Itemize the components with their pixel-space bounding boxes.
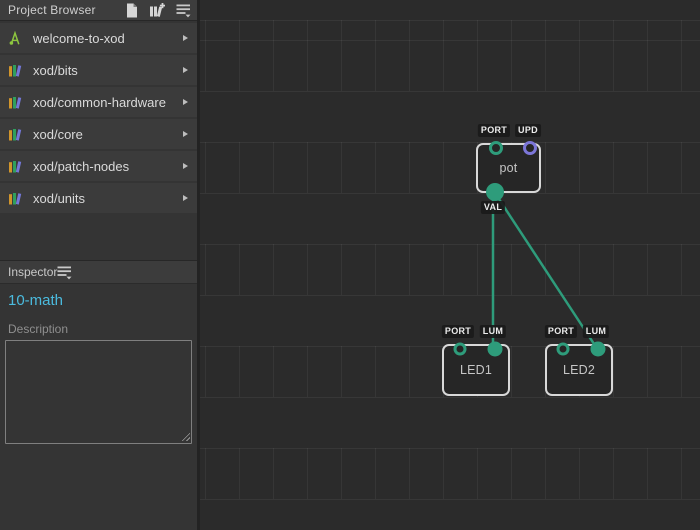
inspector-header: Inspector [0, 261, 197, 284]
pin-pot-val[interactable] [486, 183, 504, 201]
pin-label-led2-port: PORT [545, 325, 577, 338]
pin-led1-port[interactable] [454, 343, 467, 356]
links-layer [200, 0, 700, 530]
pin-pot-port[interactable] [489, 141, 503, 155]
chevron-right-icon [183, 163, 188, 169]
link-pot-val-to-led2-lum[interactable] [493, 190, 596, 347]
library-icon [8, 191, 24, 206]
node-label: LED1 [460, 363, 492, 377]
project-icon [8, 31, 24, 46]
left-sidebar: Project Browser welcome-to-xod xod/bits xo… [0, 0, 197, 530]
inspector-panel: Inspector 10-math Description [0, 260, 197, 530]
new-patch-icon[interactable] [126, 3, 138, 18]
chevron-right-icon [183, 67, 188, 73]
inspector-body: 10-math Description [0, 284, 197, 530]
sidebar-item-welcome-to-xod[interactable]: welcome-to-xod [0, 23, 197, 53]
sidebar-item-xod-bits[interactable]: xod/bits [0, 55, 197, 85]
sidebar-item-label: xod/units [33, 191, 183, 206]
sidebar-item-xod-core[interactable]: xod/core [0, 119, 197, 149]
chevron-right-icon [183, 99, 188, 105]
project-browser-empty-area [0, 215, 197, 260]
add-library-icon[interactable] [149, 3, 165, 18]
description-label: Description [8, 322, 192, 336]
sidebar-item-xod-patch-nodes[interactable]: xod/patch-nodes [0, 151, 197, 181]
library-icon [8, 95, 24, 110]
sidebar-item-label: xod/common-hardware [33, 95, 183, 110]
node-led2[interactable]: LED2 [545, 344, 613, 396]
library-icon [8, 127, 24, 142]
pin-label-pot-upd: UPD [515, 124, 541, 137]
chevron-right-icon [183, 195, 188, 201]
project-browser-title: Project Browser [8, 3, 126, 17]
node-led1[interactable]: LED1 [442, 344, 510, 396]
pin-pot-upd[interactable] [523, 141, 537, 155]
inspector-title: Inspector [8, 265, 57, 279]
sidebar-item-xod-units[interactable]: xod/units [0, 183, 197, 213]
pin-label-led1-port: PORT [442, 325, 474, 338]
pin-led2-lum[interactable] [591, 342, 606, 357]
project-browser-header: Project Browser [0, 0, 197, 21]
project-browser-toolbar [126, 3, 191, 18]
project-browser-list: welcome-to-xod xod/bits xod/common-hardwar… [0, 21, 197, 215]
sidebar-item-label: xod/core [33, 127, 183, 142]
inspector-toolbar [57, 265, 72, 280]
xod-ide-window: Project Browser welcome-to-xod xod/bits xo… [0, 0, 700, 530]
inspector-menu-icon[interactable] [57, 265, 72, 280]
sidebar-item-label: welcome-to-xod [33, 31, 183, 46]
description-input[interactable] [5, 340, 192, 444]
library-icon [8, 63, 24, 78]
pin-label-pot-port: PORT [478, 124, 510, 137]
sidebar-item-xod-common-hardware[interactable]: xod/common-hardware [0, 87, 197, 117]
pin-led2-port[interactable] [557, 343, 570, 356]
pin-label-pot-val: VAL [481, 201, 505, 214]
pin-label-led1-lum: LUM [480, 325, 506, 338]
selected-patch-name: 10-math [8, 292, 192, 309]
sidebar-item-label: xod/bits [33, 63, 183, 78]
browser-menu-icon[interactable] [176, 3, 191, 18]
patch-canvas[interactable]: PORT UPD VAL pot PORT LUM LED1 PORT LUM LED2 [200, 0, 700, 530]
description-field-wrap [5, 340, 192, 444]
sidebar-item-label: xod/patch-nodes [33, 159, 183, 174]
node-pot[interactable]: pot [476, 143, 541, 193]
library-icon [8, 159, 24, 174]
pin-led1-lum[interactable] [488, 342, 503, 357]
pin-label-led2-lum: LUM [583, 325, 609, 338]
chevron-right-icon [183, 35, 188, 41]
node-label: LED2 [563, 363, 595, 377]
chevron-right-icon [183, 131, 188, 137]
node-label: pot [500, 161, 518, 175]
